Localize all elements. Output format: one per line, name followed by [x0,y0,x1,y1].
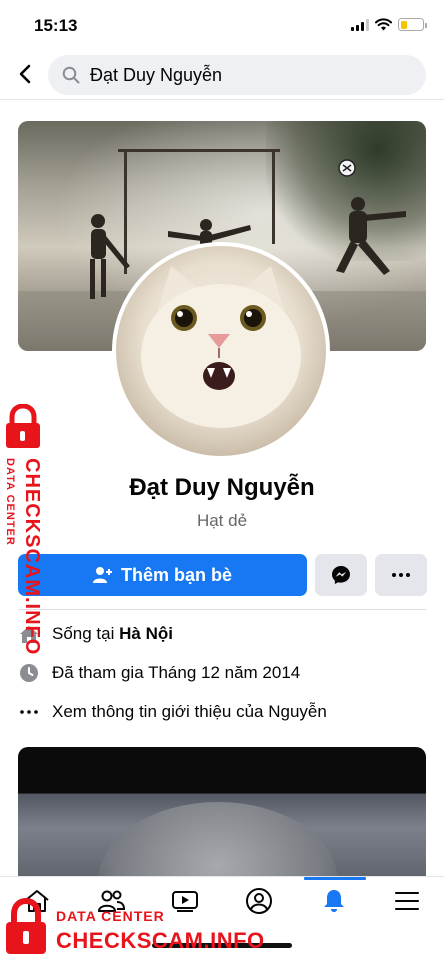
profile-nickname: Hạt dẻ [196,511,248,530]
battery-level [400,20,407,29]
messenger-icon [332,566,350,584]
watermark-bottom: DATA CENTER CHECKSCAM.INFO [2,898,302,958]
wifi-icon [375,18,392,31]
more-dots-icon [18,701,40,723]
watermark-bottom-sub: DATA CENTER [56,908,165,924]
more-dots-icon [392,573,410,577]
clock-icon [18,662,40,684]
post-photo [98,802,338,882]
notifications-icon [324,890,344,912]
profile-name: Đạt Duy Nguyễn [129,474,315,501]
status-bar: 15:13 [0,0,444,50]
messenger-button[interactable] [315,554,367,596]
watermark-side-brand: CHECKSCAM.INFO [21,458,43,656]
nav-menu[interactable] [387,885,427,917]
add-friend-button[interactable]: Thêm bạn bè [18,554,307,596]
watermark-lock-icon [6,898,46,954]
intro-lives-in: Sống tại Hà Nội [18,622,426,646]
status-time: 15:13 [34,16,78,35]
watermark-bottom-brand: CHECKSCAM.INFO [56,928,265,953]
add-friend-label: Thêm bạn bè [120,564,232,585]
section-divider [18,609,426,610]
intro-see-about[interactable]: Xem thông tin giới thiệu của Nguyễn [18,700,426,724]
watermark-side-sub: DATA CENTER [4,458,16,546]
status-icons [351,18,427,31]
back-arrow-icon[interactable] [14,62,38,86]
intro-joined: Đã tham gia Tháng 12 năm 2014 [18,661,426,685]
watermark-side: DATA CENTER CHECKSCAM.INFO [0,404,48,655]
joined-text: Đã tham gia Tháng 12 năm 2014 [52,663,301,682]
profile-avatar[interactable] [112,242,330,460]
search-header: Đạt Duy Nguyễn [0,52,444,100]
add-friend-icon [92,567,112,583]
lives-in-prefix: Sống tại [52,624,115,643]
battery-icon [398,18,427,31]
more-options-button[interactable] [375,554,427,596]
see-about-text: Xem thông tin giới thiệu của Nguyễn [52,702,327,721]
cat-avatar-image [141,266,301,428]
cellular-signal-icon [351,18,369,31]
search-input[interactable]: Đạt Duy Nguyễn [48,55,426,95]
featured-post-card[interactable] [18,747,426,882]
menu-icon [395,892,419,910]
active-tab-indicator [304,877,366,880]
watermark-lock-icon [6,404,40,448]
lives-in-city[interactable]: Hà Nội [119,624,173,644]
search-query: Đạt Duy Nguyễn [90,64,223,85]
nav-notifications[interactable] [314,885,354,917]
search-icon [62,66,80,84]
